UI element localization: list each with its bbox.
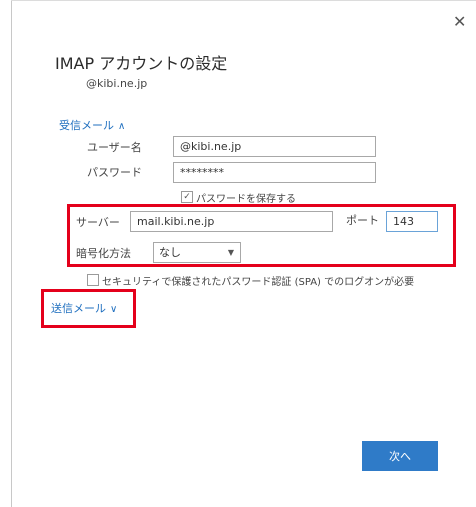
spa-label: セキュリティで保護されたパスワード認証 (SPA) でのログオンが必要 [102, 277, 415, 288]
incoming-mail-label: 受信メール [59, 119, 114, 132]
spa-checkbox[interactable] [87, 274, 99, 286]
account-email: @kibi.ne.jp [86, 77, 148, 90]
password-field[interactable] [173, 162, 376, 183]
close-icon[interactable]: ✕ [453, 14, 466, 30]
chevron-up-icon: ∧ [118, 121, 126, 132]
save-password-checkbox[interactable]: ✓ [181, 191, 193, 203]
username-label: ユーザー名 [87, 141, 142, 154]
next-button[interactable]: 次へ [362, 441, 438, 471]
outgoing-mail-label: 送信メール [51, 302, 106, 315]
password-label: パスワード [87, 166, 142, 179]
outgoing-mail-toggle[interactable]: 送信メール ∨ [51, 300, 117, 316]
dialog-title: IMAP アカウントの設定 [55, 54, 228, 73]
chevron-down-icon: ∨ [110, 304, 118, 315]
window-border-left [11, 0, 12, 507]
window-border-top [11, 0, 476, 1]
username-field[interactable] [173, 136, 376, 157]
save-password-label: パスワードを保存する [196, 194, 296, 205]
incoming-mail-toggle[interactable]: 受信メール ∧ [59, 117, 125, 133]
highlight-server-settings [67, 204, 456, 267]
